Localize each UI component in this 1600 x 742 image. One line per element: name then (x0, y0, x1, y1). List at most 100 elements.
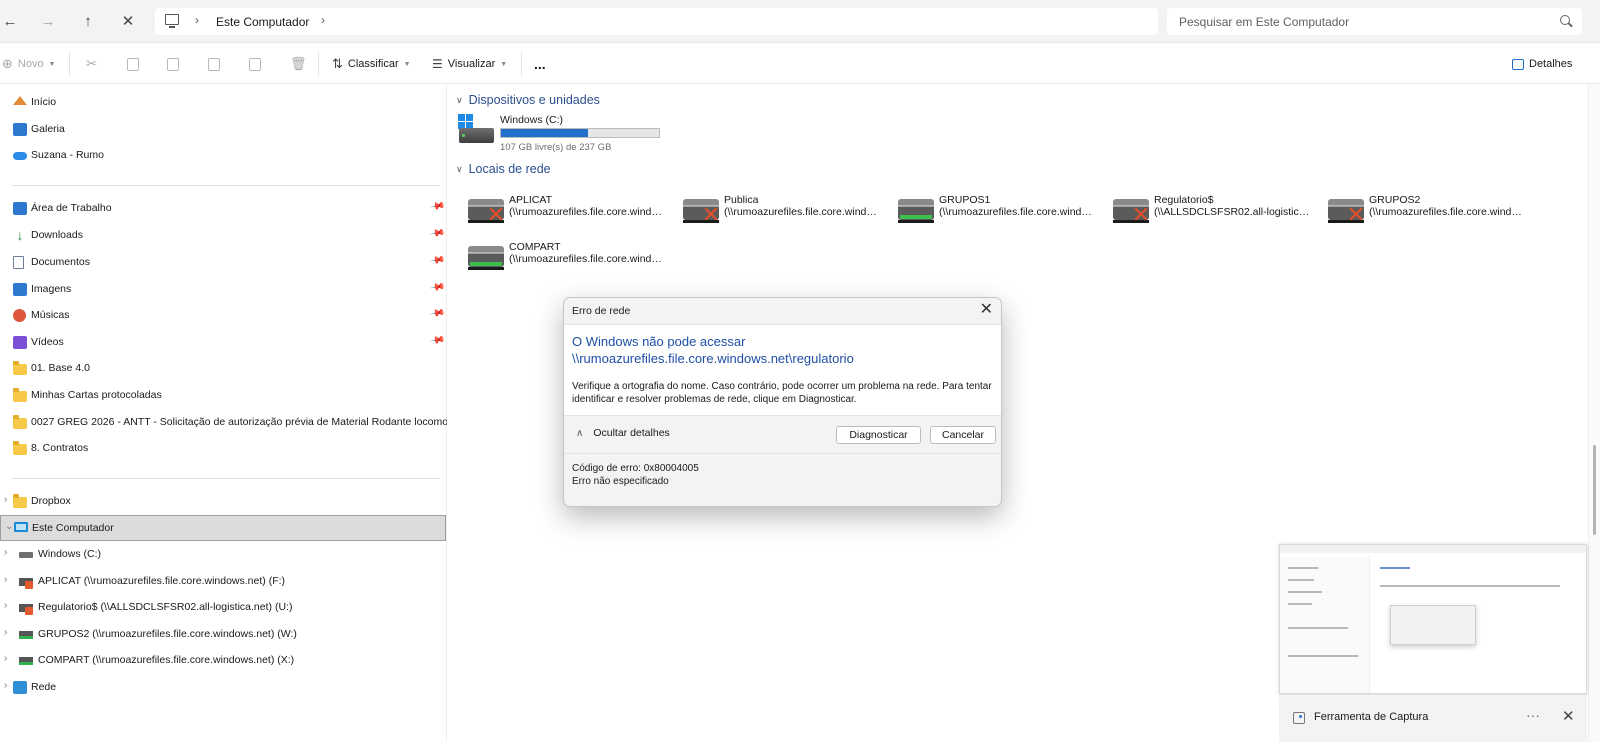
view-button[interactable]: ☰ Visualizar ▼ (432, 54, 507, 74)
sidebar-item-label: Rede (31, 681, 57, 693)
back-arrow-icon[interactable]: ← (0, 12, 20, 32)
sidebar-item-label: COMPART (\\rumoazurefiles.file.core.wind… (38, 654, 295, 666)
dialog-title: Erro de rede (572, 305, 631, 317)
pin-icon[interactable]: 📌 (429, 225, 446, 241)
search-icon (1560, 15, 1570, 25)
sidebar-item-label: 8. Contratos (31, 442, 89, 454)
snipping-tool-notification[interactable]: Ferramenta de Captura ··· ✕ (1279, 694, 1587, 742)
new-button[interactable]: ⊕ Novo ▼ (2, 54, 56, 74)
share-button[interactable] (249, 54, 261, 74)
pin-icon[interactable]: 📌 (429, 279, 446, 295)
details-label: Detalhes (1529, 58, 1573, 70)
sidebar-item-network-drive[interactable]: › COMPART (\\rumoazurefiles.file.core.wi… (0, 648, 447, 674)
pin-icon[interactable]: 📌 (429, 332, 446, 348)
sidebar-item-documents[interactable]: Documentos 📌 (0, 250, 447, 276)
paste-button[interactable] (167, 54, 179, 74)
sidebar-item-network[interactable]: › Rede (0, 675, 447, 701)
drive-name: Windows (C:) (500, 114, 564, 126)
hide-details-toggle[interactable]: ∧ Ocultar detalhes (576, 427, 670, 439)
thumbnail-detail (1288, 591, 1322, 593)
delete-button[interactable]: 🗑 (290, 54, 307, 74)
sidebar-item-gallery[interactable]: Galeria (0, 117, 447, 143)
section-header-devices[interactable]: ∨ Dispositivos e unidades (456, 93, 600, 107)
sidebar-item-label: Downloads (31, 229, 83, 241)
cut-button[interactable]: ✂ (86, 54, 97, 74)
details-button[interactable]: Detalhes (1512, 54, 1572, 74)
error-code: Código de erro: 0x80004005 (572, 463, 699, 474)
sidebar-item-label: Documentos (31, 256, 90, 268)
sidebar-item-pictures[interactable]: Imagens 📌 (0, 277, 447, 303)
folder-icon (13, 441, 27, 455)
sidebar-item-onedrive[interactable]: Suzana - Rumo (0, 143, 447, 169)
address-input[interactable]: › Este Computador › (155, 8, 1158, 35)
pin-icon[interactable]: 📌 (429, 198, 446, 214)
pin-icon[interactable]: 📌 (429, 305, 446, 321)
chevron-right-icon[interactable]: › (4, 547, 7, 558)
drive-tile-c[interactable]: Windows (C:) 107 GB livre(s) de 237 GB (458, 113, 668, 155)
dialog-message: Verifique a ortografia do nome. Caso con… (572, 381, 992, 405)
rename-button[interactable] (208, 54, 220, 74)
close-icon[interactable]: ✕ (118, 12, 138, 32)
network-location-path: (\\rumoazurefiles.file.core.windows.net)… (939, 206, 1097, 218)
search-input[interactable]: Pesquisar em Este Computador (1167, 8, 1582, 35)
toolbar-divider (521, 52, 522, 76)
diagnose-button[interactable]: Diagnosticar (836, 426, 921, 444)
snipping-tool-icon (1293, 712, 1305, 724)
folder-icon (13, 388, 27, 402)
network-location-tile[interactable]: ✕ Regulatorio$ (\\ALLSDCLSFSR02.all-logi… (1111, 193, 1321, 227)
sort-button[interactable]: ⇅ Classificar ▼ (332, 54, 411, 74)
toolbar-divider (318, 52, 319, 76)
disconnected-x-icon: ✕ (1131, 203, 1151, 228)
chevron-right-icon[interactable]: › (4, 653, 7, 664)
copy-button[interactable] (127, 54, 139, 74)
forward-arrow-icon[interactable]: → (38, 12, 58, 32)
sidebar-item-label: Regulatorio$ (\\ALLSDCLSFSR02.all-logist… (38, 601, 293, 613)
cancel-button[interactable]: Cancelar (930, 426, 996, 444)
sidebar-item-videos[interactable]: Vídeos 📌 (0, 330, 447, 356)
close-notification-button[interactable]: ✕ (1562, 707, 1575, 725)
chevron-right-icon[interactable]: › (4, 627, 7, 638)
sidebar-item-folder[interactable]: 8. Contratos (0, 436, 447, 462)
computer-icon (14, 522, 28, 532)
network-location-tile[interactable]: COMPART (\\rumoazurefiles.file.core.wind… (466, 240, 676, 274)
chevron-right-icon[interactable]: › (4, 680, 7, 691)
network-location-tile[interactable]: ✕ APLICAT (\\rumoazurefiles.file.core.wi… (466, 193, 676, 227)
sort-label: Classificar (347, 58, 399, 70)
sidebar-item-folder[interactable]: 01. Base 4.0 (0, 356, 447, 382)
sidebar-item-music[interactable]: Músicas 📌 (0, 303, 447, 329)
vertical-scrollbar[interactable] (1588, 85, 1600, 742)
network-drive-disconnected-icon (19, 604, 33, 615)
breadcrumb-current[interactable]: Este Computador (216, 15, 309, 29)
sidebar-item-folder[interactable]: Minhas Cartas protocoladas (0, 383, 447, 409)
scrollbar-thumb[interactable] (1593, 445, 1596, 535)
up-arrow-icon[interactable]: ↑ (78, 12, 98, 32)
sidebar-item-downloads[interactable]: ↓ Downloads 📌 (0, 223, 447, 249)
plus-icon: ⊕ (2, 56, 13, 71)
network-location-tile[interactable]: ✕ Publica (\\rumoazurefiles.file.core.wi… (681, 193, 891, 227)
pin-icon[interactable]: 📌 (429, 252, 446, 268)
more-options-button[interactable]: ··· (1526, 707, 1540, 723)
network-location-tile[interactable]: ✕ GRUPOS2 (\\rumoazurefiles.file.core.wi… (1326, 193, 1536, 227)
screenshot-thumbnail[interactable] (1279, 544, 1587, 694)
sidebar-item-network-drive[interactable]: › APLICAT (\\rumoazurefiles.file.core.wi… (0, 569, 447, 595)
section-header-network[interactable]: ∨ Locais de rede (456, 162, 551, 176)
sidebar-item-network-drive[interactable]: › Regulatorio$ (\\ALLSDCLSFSR02.all-logi… (0, 595, 447, 621)
thumbnail-detail (1288, 655, 1358, 657)
chevron-right-icon[interactable]: › (321, 13, 325, 27)
more-options-button[interactable]: ... (534, 54, 546, 74)
address-bar: ← → ↑ ✕ › Este Computador › Pesquisar em… (0, 0, 1600, 43)
sidebar-item-network-drive[interactable]: › GRUPOS2 (\\rumoazurefiles.file.core.wi… (0, 622, 447, 648)
close-icon[interactable]: ✕ (980, 301, 993, 319)
sidebar-item-home[interactable]: Início (0, 90, 447, 116)
sidebar-item-folder[interactable]: 0027 GREG 2026 - ANTT - Solicitação de a… (0, 410, 447, 436)
chevron-right-icon[interactable]: › (4, 574, 7, 585)
chevron-down-icon[interactable]: ⌄ (5, 521, 13, 532)
network-location-tile[interactable]: GRUPOS1 (\\rumoazurefiles.file.core.wind… (896, 193, 1106, 227)
chevron-right-icon[interactable]: › (195, 13, 199, 27)
sidebar-item-desktop[interactable]: Área de Trabalho 📌 (0, 196, 447, 222)
sidebar-item-dropbox[interactable]: › Dropbox (0, 489, 447, 515)
chevron-right-icon[interactable]: › (4, 600, 7, 611)
chevron-right-icon[interactable]: › (4, 494, 7, 505)
sidebar-item-this-pc[interactable]: ⌄ Este Computador (0, 515, 446, 541)
sidebar-item-drive-c[interactable]: › Windows (C:) (0, 542, 447, 568)
